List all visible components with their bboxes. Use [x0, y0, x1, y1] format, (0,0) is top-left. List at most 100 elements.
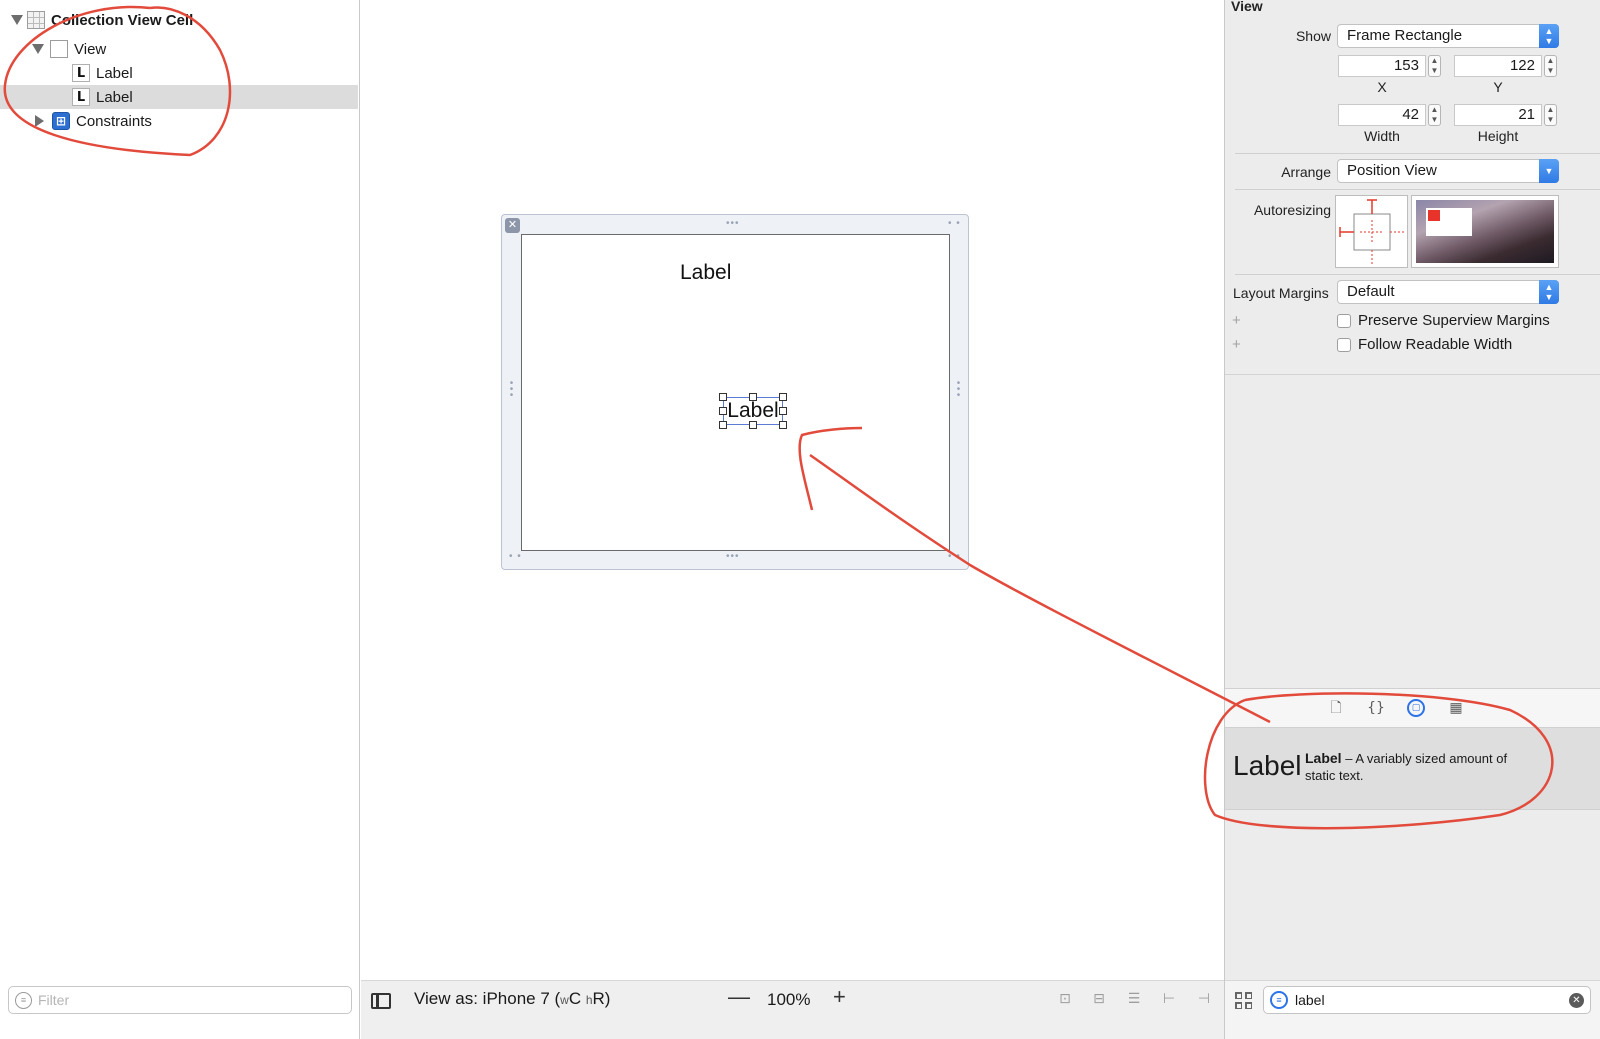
resolve-issues-icon[interactable]: ⊣	[1193, 990, 1215, 1008]
view-icon	[50, 40, 68, 58]
layout-margins-popup[interactable]: Default ▲ ▼	[1337, 280, 1559, 304]
width-field[interactable]: 42	[1338, 104, 1426, 126]
filter-icon: ≡	[1270, 991, 1288, 1009]
constraints-icon: ⊞	[52, 112, 70, 130]
library-item-label[interactable]: Label Label – A variably sized amount of…	[1225, 728, 1600, 810]
y-caption: Y	[1493, 79, 1503, 95]
selection-handle[interactable]	[779, 421, 787, 429]
media-library-icon[interactable]: ▦	[1447, 699, 1465, 717]
cell-content-view[interactable]: Label Label	[521, 234, 950, 551]
object-library-icon[interactable]: ▢	[1407, 699, 1425, 717]
size-inspector: View Show Frame Rectangle ▲ ▼ 153 ▲ ▼ 122 …	[1225, 0, 1600, 375]
collection-view-cell-icon	[27, 11, 45, 29]
selection-handle[interactable]	[719, 421, 727, 429]
section-title: View	[1231, 0, 1263, 14]
update-frames-icon[interactable]: ⊡	[1054, 990, 1076, 1008]
outline-item-label: Label	[96, 64, 133, 82]
close-icon[interactable]: ✕	[505, 218, 520, 233]
collection-view-cell-frame[interactable]: ✕ ••• ••• • • • • • • • • • • • • Label Labe…	[501, 214, 969, 570]
preview-image	[1416, 200, 1554, 263]
x-field[interactable]: 153	[1338, 55, 1426, 77]
library-item-description: Label – A variably sized amount of stati…	[1305, 750, 1537, 784]
outline-item-label-1[interactable]: L Label	[0, 61, 358, 85]
selection-handle[interactable]	[779, 407, 787, 415]
code-snippet-icon[interactable]: {}	[1367, 699, 1385, 717]
divider	[1235, 153, 1600, 154]
autoresizing-label: Autoresizing	[1253, 202, 1331, 218]
divider	[1235, 274, 1600, 275]
preserve-superview-margins-checkbox[interactable]	[1337, 314, 1351, 328]
autoresizing-preview	[1411, 195, 1559, 268]
follow-readable-width-label: Follow Readable Width	[1358, 336, 1513, 353]
outline-item-label-2[interactable]: L Label	[0, 85, 358, 109]
grid-view-icon[interactable]	[1235, 992, 1253, 1010]
arrange-value: Position View	[1347, 162, 1437, 179]
y-stepper-icon[interactable]: ▲ ▼	[1544, 55, 1557, 77]
inspector-panel: View Show Frame Rectangle ▲ ▼ 153 ▲ ▼ 122 …	[1224, 0, 1600, 1039]
outline-item-label: Constraints	[76, 112, 152, 130]
add-variation-icon[interactable]: +	[1232, 312, 1241, 329]
layout-margins-label: Layout Margins	[1233, 285, 1329, 301]
disclosure-triangle-icon[interactable]	[32, 44, 44, 54]
align-icon[interactable]: ☰	[1123, 990, 1145, 1008]
selection-handle[interactable]	[719, 407, 727, 415]
selection-handle[interactable]	[779, 393, 787, 401]
resize-handle-top-icon[interactable]: •••	[726, 219, 740, 229]
file-template-icon[interactable]: 🗋	[1327, 699, 1345, 717]
toggle-outline-icon[interactable]	[371, 993, 391, 1009]
label-icon: L	[72, 64, 90, 82]
resize-handle-bottom-icon[interactable]: •••	[726, 552, 740, 562]
document-outline: Collection View Cell View L Label L Labe…	[0, 0, 360, 1039]
y-field[interactable]: 122	[1454, 55, 1542, 77]
resize-handle-corner-icon[interactable]: • •	[948, 552, 961, 562]
view-as-prefix: View as: iPhone 7 (	[414, 989, 561, 1008]
show-value: Frame Rectangle	[1347, 27, 1463, 44]
chevron-down-icon: ▼	[1539, 159, 1559, 183]
size-class-w-value: C	[568, 989, 586, 1008]
autoresizing-struts-icon	[1339, 199, 1406, 266]
library-tab-bar: 🗋 {} ▢ ▦	[1225, 688, 1600, 728]
outline-item-label: Label	[96, 88, 133, 106]
arrange-popup[interactable]: Position View ▼	[1337, 159, 1559, 183]
resize-handle-left-icon[interactable]: • • •	[509, 379, 515, 401]
preserve-superview-margins-label: Preserve Superview Margins	[1358, 312, 1550, 329]
disclosure-triangle-icon[interactable]	[35, 115, 44, 127]
disclosure-triangle-icon[interactable]	[11, 15, 23, 25]
height-field[interactable]: 21	[1454, 104, 1542, 126]
outline-item-constraints[interactable]: ⊞ Constraints	[0, 109, 358, 133]
autoresizing-mask-editor[interactable]	[1335, 195, 1408, 268]
embed-in-stack-icon[interactable]: ⊟	[1088, 990, 1110, 1008]
size-class-h-value: R)	[592, 989, 611, 1008]
width-stepper-icon[interactable]: ▲ ▼	[1428, 104, 1441, 126]
add-constraints-icon[interactable]: ⊢	[1158, 990, 1180, 1008]
clear-search-icon[interactable]: ✕	[1569, 993, 1584, 1008]
show-popup[interactable]: Frame Rectangle ▲ ▼	[1337, 24, 1559, 48]
layout-margins-value: Default	[1347, 283, 1395, 300]
outline-item-label: View	[74, 40, 107, 58]
zoom-out-button[interactable]: —	[728, 984, 750, 1010]
outline-item-view[interactable]: View	[0, 37, 358, 61]
outline-item-collection-view-cell[interactable]: Collection View Cell	[0, 8, 358, 32]
library-search-value: label	[1295, 992, 1325, 1008]
interface-builder-canvas[interactable]: ✕ ••• ••• • • • • • • • • • • • • Label Labe…	[361, 0, 1224, 980]
view-as-device-button[interactable]: View as: iPhone 7 (wC hR)	[414, 989, 610, 1009]
x-caption: X	[1377, 79, 1387, 95]
selection-handle[interactable]	[719, 393, 727, 401]
label-icon: L	[72, 88, 90, 106]
canvas-label-top[interactable]: Label	[680, 261, 731, 285]
size-class-h: h	[585, 993, 593, 1007]
resize-handle-corner-icon[interactable]: • •	[509, 552, 522, 562]
height-stepper-icon[interactable]: ▲ ▼	[1544, 104, 1557, 126]
selection-handle[interactable]	[749, 393, 757, 401]
filter-icon: ≡	[15, 991, 32, 1009]
resize-handle-corner-icon[interactable]: • •	[948, 219, 961, 229]
resize-handle-right-icon[interactable]: • • •	[956, 379, 962, 401]
outline-filter-input[interactable]: ≡ Filter	[8, 986, 352, 1014]
zoom-in-button[interactable]: +	[833, 984, 846, 1010]
follow-readable-width-checkbox[interactable]	[1337, 338, 1351, 352]
zoom-level[interactable]: 100%	[767, 990, 810, 1010]
x-stepper-icon[interactable]: ▲ ▼	[1428, 55, 1441, 77]
library-search-input[interactable]: ≡ label ✕	[1263, 986, 1591, 1014]
add-variation-icon[interactable]: +	[1232, 336, 1241, 353]
selection-handle[interactable]	[749, 421, 757, 429]
